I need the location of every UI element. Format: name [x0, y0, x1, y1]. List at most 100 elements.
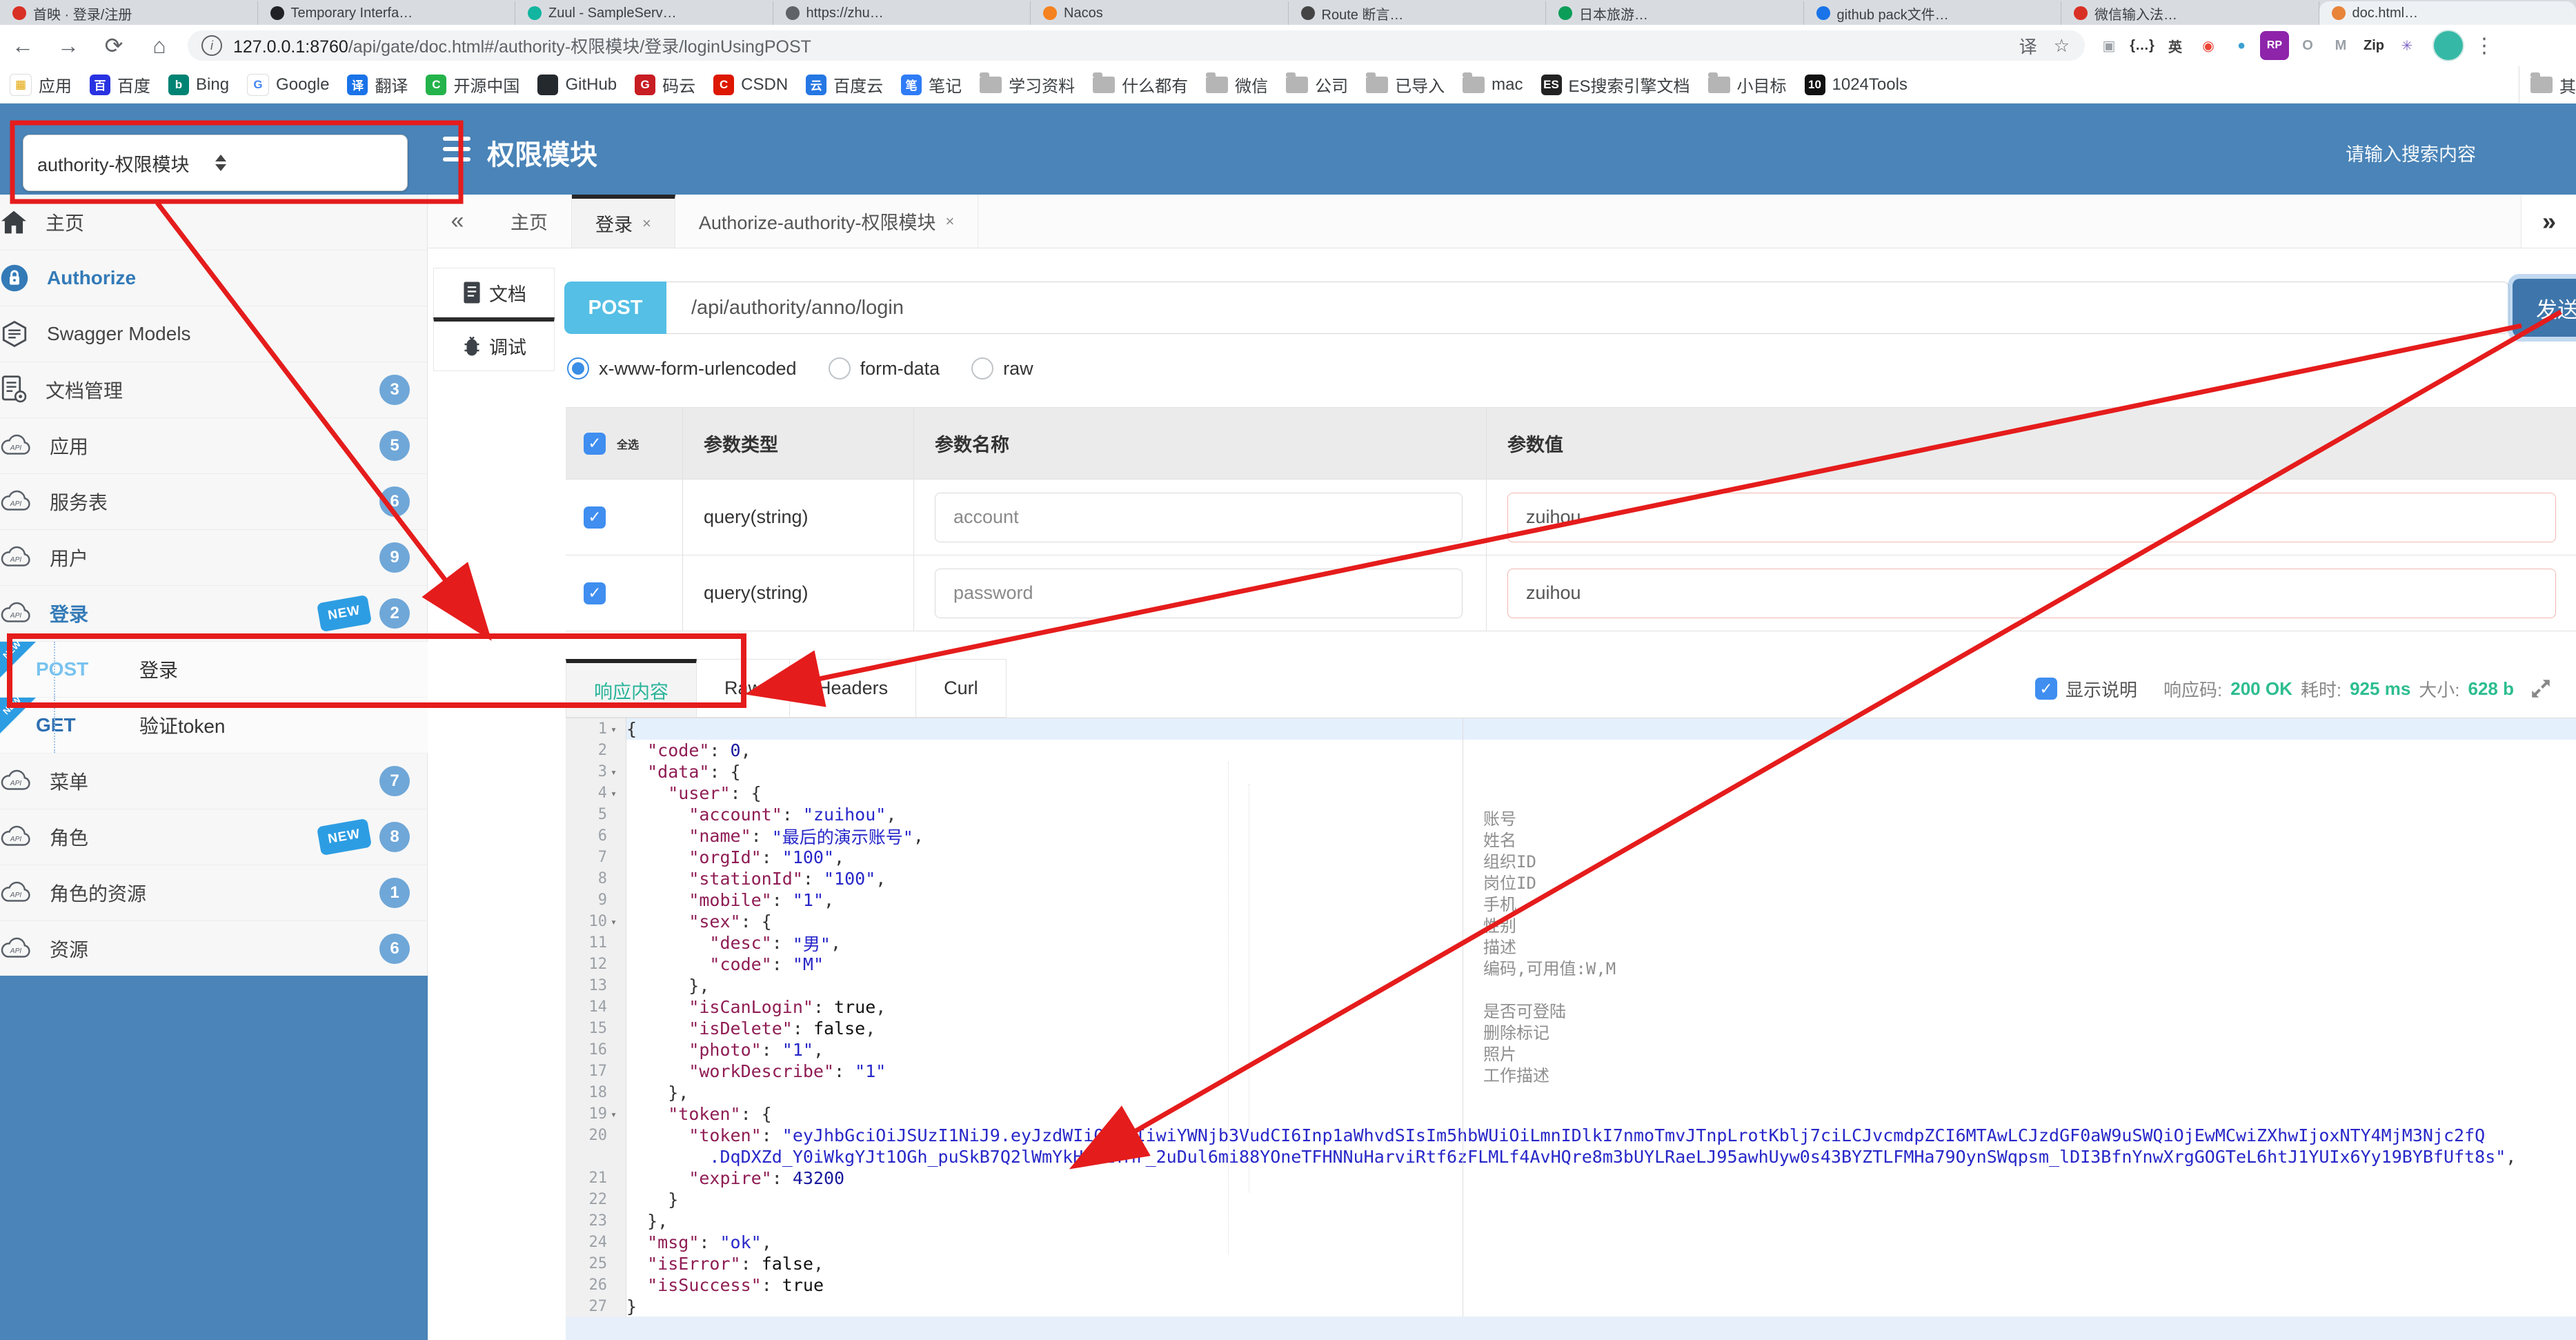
extension-rp-icon[interactable]: RP	[2260, 31, 2289, 60]
response-code-editor[interactable]: 1 ▾{2 "code": 0, 3 ▾ "data": {4 ▾ "user": {5…	[566, 718, 2576, 1317]
response-tab-Curl[interactable]: Curl	[916, 659, 1007, 718]
request-path-input[interactable]: /api/authority/anno/login	[666, 282, 2510, 334]
bookmark-other-folder[interactable]: 其	[2519, 66, 2576, 104]
line-number-gutter[interactable]: 19 ▾	[566, 1103, 626, 1125]
bookmark-item[interactable]: C CSDN	[713, 74, 788, 95]
sidebar-item-菜单[interactable]: API 菜单 7	[0, 753, 428, 809]
sidebar-item-Swagger Models[interactable]: Swagger Models	[0, 306, 428, 362]
extension-m-icon[interactable]: M	[2326, 31, 2355, 60]
bookmark-item[interactable]: b Bing	[168, 74, 229, 95]
fold-caret-icon[interactable]: ▾	[611, 916, 622, 928]
browser-tab[interactable]: github pack文件…	[1804, 1, 2061, 25]
bookmark-item[interactable]: 微信	[1206, 72, 1268, 97]
extension-globe-icon[interactable]: ●	[2227, 31, 2256, 60]
close-tab-icon[interactable]: ×	[642, 215, 651, 233]
bookmark-item[interactable]: 公司	[1286, 72, 1348, 97]
browser-tab[interactable]: 微信输入法…	[2061, 1, 2319, 25]
site-info-icon[interactable]: i	[201, 35, 222, 56]
browser-tab[interactable]: Route 断言…	[1289, 1, 1546, 25]
content-tab-主页[interactable]: 主页	[487, 195, 572, 248]
bookmark-item[interactable]: 小目标	[1707, 72, 1787, 97]
rail-tab-调试[interactable]: 调试	[433, 317, 555, 371]
bookmark-item[interactable]: 什么都有	[1093, 72, 1188, 97]
show-desc-checkbox[interactable]: ✓	[2035, 678, 2057, 700]
sidebar-item-服务表[interactable]: API 服务表 6	[0, 474, 428, 530]
extension-o-icon[interactable]: O	[2293, 31, 2322, 60]
sidebar-op-get-验证token[interactable]: NEW GET 验证token	[0, 694, 428, 753]
browser-tab[interactable]: 日本旅游…	[1546, 1, 1804, 25]
body-type-radio-x-www-form-urlencoded[interactable]: x-www-form-urlencoded	[567, 357, 797, 380]
line-number-gutter[interactable]: 4 ▾	[566, 782, 626, 804]
browser-tab[interactable]: Zuul - SampleServ…	[515, 1, 773, 25]
bookmark-item[interactable]: 笔笔记	[901, 72, 962, 97]
fold-caret-icon[interactable]: ▾	[611, 766, 622, 778]
response-tab-Raw[interactable]: Raw	[697, 659, 791, 718]
bookmark-item[interactable]: G 码云	[635, 72, 695, 97]
bookmark-item[interactable]: G Google	[247, 73, 329, 96]
line-number-gutter[interactable]: 1 ▾	[566, 718, 626, 740]
body-type-radio-raw[interactable]: raw	[971, 357, 1033, 380]
translate-icon[interactable]: 译	[2019, 33, 2037, 59]
sidebar-item-应用[interactable]: API 应用 5	[0, 418, 428, 474]
sidebar-item-主页[interactable]: 主页	[0, 195, 428, 250]
forward-icon[interactable]: →	[46, 33, 91, 59]
extension-gitzip-icon[interactable]: Zip	[2359, 31, 2388, 60]
header-search-input[interactable]: 请输入搜索内容	[2346, 139, 2476, 166]
bookmark-item[interactable]: ES ES搜索引擎文档	[1540, 72, 1690, 97]
sidebar-item-资源[interactable]: API 资源 6	[0, 921, 428, 977]
collapse-sidebar-icon[interactable]: «	[428, 195, 487, 248]
editor-scrollbar[interactable]	[566, 1317, 2576, 1340]
sidebar-item-登录[interactable]: API 登录 NEW 2	[0, 586, 428, 642]
send-button[interactable]: 发送	[2513, 279, 2576, 337]
bookmark-item[interactable]: GitHub	[537, 74, 617, 95]
sidebar-item-角色的资源[interactable]: API 角色的资源 1	[0, 865, 428, 921]
sidebar-item-用户[interactable]: API 用户 9	[0, 530, 428, 586]
browser-tab[interactable]: https://zhu…	[773, 1, 1031, 25]
browser-tab[interactable]: 首映 · 登录/注册	[0, 1, 258, 25]
home-icon[interactable]: ⌂	[137, 33, 182, 59]
param-name-input[interactable]: account	[935, 492, 1463, 542]
fold-caret-icon[interactable]: ▾	[611, 723, 622, 736]
param-value-input[interactable]: zuihou	[1507, 492, 2556, 542]
hamburger-icon[interactable]	[443, 137, 470, 161]
param-checkbox[interactable]: ✓	[584, 582, 606, 604]
content-tab-Authorize-authority-权限模块[interactable]: Authorize-authority-权限模块 ×	[675, 195, 979, 248]
browser-tab[interactable]: doc.html…	[2319, 1, 2576, 25]
param-value-input[interactable]: zuihou	[1507, 568, 2556, 618]
response-tab-Headers[interactable]: Headers	[790, 659, 917, 718]
bookmark-item[interactable]: 百百度	[90, 72, 150, 97]
back-icon[interactable]: ←	[0, 33, 46, 59]
bookmark-item[interactable]: C 开源中国	[426, 72, 519, 97]
sidebar-item-角色[interactable]: API 角色 NEW 8	[0, 809, 428, 865]
body-type-radio-form-data[interactable]: form-data	[828, 357, 940, 380]
response-tab-响应内容[interactable]: 响应内容	[566, 659, 697, 718]
extension-json-icon[interactable]: {…}	[2128, 31, 2157, 60]
bookmark-item[interactable]: 学习资料	[980, 72, 1075, 97]
content-tab-登录[interactable]: 登录 ×	[572, 195, 675, 248]
module-select[interactable]: authority-权限模块	[23, 135, 408, 191]
browser-tab[interactable]: Nacos	[1031, 1, 1289, 25]
param-name-input[interactable]: password	[935, 568, 1463, 618]
select-all-checkbox[interactable]: ✓	[584, 432, 606, 455]
bookmark-item[interactable]: ▦ 应用	[10, 72, 72, 97]
extension-chrome-icon[interactable]: ◉	[2194, 31, 2223, 60]
tab-overflow-icon[interactable]: »	[2521, 195, 2576, 248]
bookmark-item[interactable]: mac	[1463, 72, 1523, 95]
sidebar-op-post-登录[interactable]: NEW POST 登录	[0, 638, 428, 698]
bookmark-star-icon[interactable]: ☆	[2054, 35, 2070, 57]
bookmark-item[interactable]: 已导入	[1366, 72, 1445, 97]
address-bar[interactable]: i 127.0.0.1:8760/api/gate/doc.html#/auth…	[188, 30, 2085, 61]
bookmark-item[interactable]: 译翻译	[347, 72, 408, 97]
fold-caret-icon[interactable]: ▾	[611, 1108, 622, 1121]
browser-tab[interactable]: Temporary Interfa…	[258, 1, 515, 25]
line-number-gutter[interactable]: 10 ▾	[566, 911, 626, 932]
extension-translate-icon[interactable]: 英	[2161, 31, 2190, 60]
extension-asterisk-icon[interactable]: ✳	[2392, 31, 2421, 60]
line-number-gutter[interactable]: 3 ▾	[566, 761, 626, 782]
close-tab-icon[interactable]: ×	[945, 213, 954, 230]
sidebar-item-Authorize[interactable]: Authorize	[0, 250, 428, 306]
bookmark-item[interactable]: 云百度云	[806, 72, 883, 97]
fold-caret-icon[interactable]: ▾	[611, 787, 622, 800]
extension-grid-icon[interactable]: ▣	[2094, 31, 2123, 60]
fullscreen-icon[interactable]	[2529, 677, 2553, 700]
